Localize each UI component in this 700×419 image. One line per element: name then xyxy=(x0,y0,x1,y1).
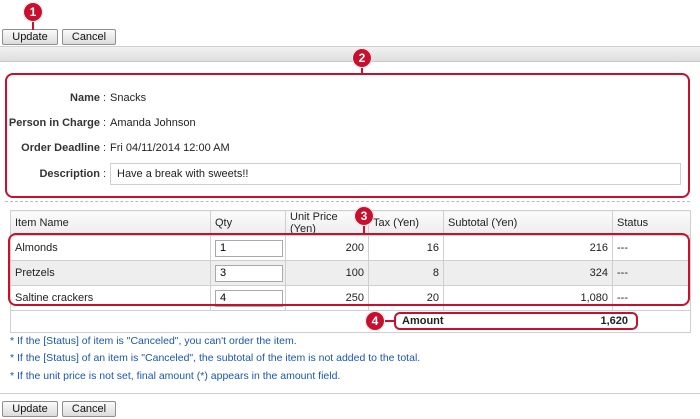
table-header-row: Item Name Qty Unit Price (Yen) Tax (Yen)… xyxy=(10,210,691,236)
amount-label: Amount xyxy=(402,315,444,327)
person-value: Amanda Johnson xyxy=(110,117,196,129)
status: --- xyxy=(612,285,691,311)
subtotal: 1,080 xyxy=(443,285,613,311)
note-unit-price: * If the unit price is not set, final am… xyxy=(10,370,341,382)
amount-total: Amount 1,620 xyxy=(394,312,638,330)
status: --- xyxy=(612,260,691,286)
unit-price: 200 xyxy=(285,235,369,261)
tax: 20 xyxy=(368,285,444,311)
col-header-item-name: Item Name xyxy=(10,210,211,236)
status: --- xyxy=(612,235,691,261)
tax: 16 xyxy=(368,235,444,261)
note-canceled-item: * If the [Status] of item is "Canceled",… xyxy=(10,335,297,347)
unit-price: 100 xyxy=(285,260,369,286)
person-label: Person in Charge xyxy=(8,117,100,129)
item-name: Saltine crackers xyxy=(10,285,211,311)
update-button-top[interactable]: Update xyxy=(2,29,58,45)
cancel-button-bottom[interactable]: Cancel xyxy=(62,401,116,417)
subtotal: 324 xyxy=(443,260,613,286)
callout-badge-4: 4 xyxy=(365,311,385,331)
name-sep: : xyxy=(103,92,107,104)
qty-input[interactable] xyxy=(215,289,283,307)
form-header-bar xyxy=(0,46,700,62)
callout-badge-1: 1 xyxy=(23,2,43,22)
person-sep: : xyxy=(103,117,107,129)
col-header-subtotal: Subtotal (Yen) xyxy=(443,210,613,236)
tax: 8 xyxy=(368,260,444,286)
name-label: Name xyxy=(70,92,100,104)
name-value: Snacks xyxy=(110,92,147,104)
description-label: Description xyxy=(39,168,100,180)
col-header-tax: Tax (Yen) xyxy=(368,210,444,236)
col-header-qty: Qty xyxy=(210,210,286,236)
footer-divider xyxy=(0,393,700,394)
col-header-status: Status xyxy=(612,210,691,236)
description-value: Have a break with sweets!! xyxy=(110,163,681,185)
cancel-button-top[interactable]: Cancel xyxy=(62,29,116,45)
table-row: Pretzels 100 8 324 --- xyxy=(10,260,691,286)
callout-connector-2 xyxy=(361,68,363,74)
qty-input[interactable] xyxy=(215,239,283,257)
deadline-value: Fri 04/11/2014 12:00 AM xyxy=(110,142,230,154)
qty-cell xyxy=(210,260,286,286)
deadline-label: Order Deadline xyxy=(21,142,100,154)
unit-price: 250 xyxy=(285,285,369,311)
table-row: Almonds 200 16 216 --- xyxy=(10,235,691,261)
subtotal: 216 xyxy=(443,235,613,261)
callout-badge-3: 3 xyxy=(354,206,374,226)
amount-value: 1,620 xyxy=(600,315,628,327)
qty-cell xyxy=(210,235,286,261)
callout-connector-1 xyxy=(32,22,34,30)
note-canceled-subtotal: * If the [Status] of an item is "Cancele… xyxy=(10,352,421,364)
callout-connector-3 xyxy=(363,226,365,234)
section-divider xyxy=(5,201,690,202)
description-sep: : xyxy=(103,168,107,180)
update-button-bottom[interactable]: Update xyxy=(2,401,58,417)
qty-input[interactable] xyxy=(215,264,283,282)
table-row: Saltine crackers 250 20 1,080 --- xyxy=(10,285,691,311)
item-name: Almonds xyxy=(10,235,211,261)
callout-badge-2: 2 xyxy=(352,48,372,68)
item-name: Pretzels xyxy=(10,260,211,286)
deadline-sep: : xyxy=(103,142,107,154)
qty-cell xyxy=(210,285,286,311)
